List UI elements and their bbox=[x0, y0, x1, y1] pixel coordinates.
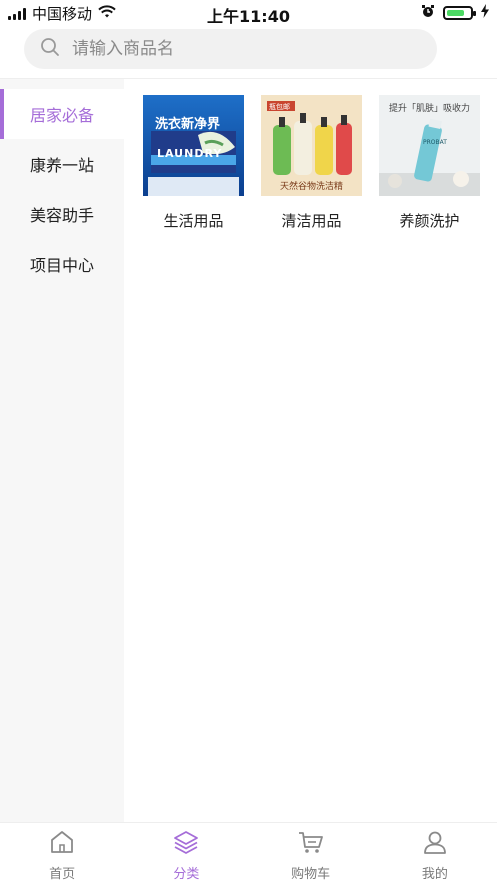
search-icon bbox=[40, 37, 60, 61]
sidebar-item-home-essentials[interactable]: 居家必备 bbox=[0, 89, 124, 139]
laundry-brand-text: LAUNDRY bbox=[157, 147, 223, 160]
charging-icon bbox=[481, 4, 489, 22]
layers-icon bbox=[172, 829, 200, 859]
tab-category[interactable]: 分类 bbox=[124, 823, 248, 883]
user-icon bbox=[422, 829, 448, 859]
skincare-banner-text: 提升「肌肤」吸收力 bbox=[388, 104, 470, 114]
product-label[interactable]: 养颜洗护 bbox=[399, 210, 459, 231]
dish-soap-caption: 天然谷物洗洁精 bbox=[279, 182, 343, 192]
product-image-skincare[interactable]: 提升「肌肤」吸收力 PROBAT bbox=[379, 95, 480, 196]
status-bar: 中国移动 上午11:40 bbox=[0, 0, 497, 26]
category-content: 洗衣新净界 LAUNDRY 生活用品 瓶包邮 天然谷物洗洁精 清洁用品 提升「肌… bbox=[124, 79, 497, 822]
tab-cart[interactable]: 购物车 bbox=[249, 823, 373, 883]
product-cell-cleaning[interactable]: 瓶包邮 天然谷物洗洁精 清洁用品 bbox=[261, 95, 362, 231]
product-image-dish-soap[interactable]: 瓶包邮 天然谷物洗洁精 bbox=[261, 95, 362, 196]
search-bar[interactable] bbox=[24, 29, 437, 69]
product-label[interactable]: 生活用品 bbox=[163, 210, 223, 231]
product-label[interactable]: 清洁用品 bbox=[281, 210, 341, 231]
product-image-laundry[interactable]: 洗衣新净界 LAUNDRY bbox=[143, 95, 244, 196]
dish-soap-badge-text: 瓶包邮 bbox=[269, 103, 290, 111]
sidebar-item-projects[interactable]: 项目中心 bbox=[0, 239, 124, 289]
laundry-banner-text: 洗衣新净界 bbox=[155, 117, 221, 132]
tab-category-label: 分类 bbox=[173, 867, 200, 882]
alarm-icon bbox=[421, 4, 435, 22]
bottom-tab-bar: 首页 分类 购物车 我的 bbox=[0, 822, 497, 883]
product-grid: 洗衣新净界 LAUNDRY 生活用品 瓶包邮 天然谷物洗洁精 清洁用品 提升「肌… bbox=[124, 79, 497, 231]
battery-icon bbox=[443, 6, 476, 20]
search-input[interactable] bbox=[70, 38, 390, 60]
tab-home-label: 首页 bbox=[49, 867, 76, 882]
skincare-brand-text: PROBAT bbox=[423, 139, 447, 146]
product-cell-skincare[interactable]: 提升「肌肤」吸收力 PROBAT 养颜洗护 bbox=[379, 95, 480, 231]
sidebar-item-wellness[interactable]: 康养一站 bbox=[0, 139, 124, 189]
product-cell-daily-goods[interactable]: 洗衣新净界 LAUNDRY 生活用品 bbox=[143, 95, 244, 231]
search-area bbox=[0, 26, 497, 78]
sidebar-item-beauty[interactable]: 美容助手 bbox=[0, 189, 124, 239]
status-bar-right bbox=[421, 4, 489, 22]
tab-profile[interactable]: 我的 bbox=[373, 823, 497, 883]
cart-icon bbox=[297, 829, 325, 859]
category-sidebar: 居家必备 康养一站 美容助手 项目中心 bbox=[0, 79, 124, 822]
tab-cart-label: 购物车 bbox=[291, 867, 331, 882]
tab-profile-label: 我的 bbox=[421, 867, 448, 882]
home-icon bbox=[49, 829, 75, 859]
tab-home[interactable]: 首页 bbox=[0, 823, 124, 883]
